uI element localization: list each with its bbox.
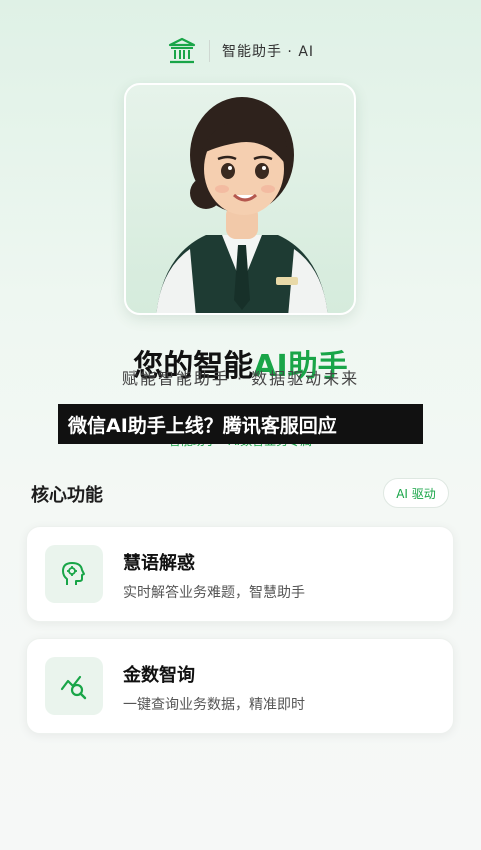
feature-title: 慧语解惑 [123, 553, 195, 574]
assistant-avatar [124, 83, 356, 315]
feature-card-data-query[interactable]: 金数智询 一键查询业务数据，精准即时 [26, 638, 454, 734]
app-header: 智能助手 · AI [0, 34, 481, 68]
feature-title: 金数智询 [123, 665, 195, 686]
header-title: 智能助手 · AI [221, 44, 315, 60]
header-divider [208, 40, 210, 62]
news-banner: 微信AI助手上线？腾讯客服回应 [58, 404, 423, 444]
feature-card-qa[interactable]: 慧语解惑 实时解答业务难题，智慧助手 [26, 526, 454, 622]
head-gear-icon [45, 545, 103, 603]
bank-building-icon [168, 37, 196, 64]
chart-search-icon [45, 657, 103, 715]
feature-description: 实时解答业务难题，智慧助手 [123, 585, 305, 601]
news-banner-text: 微信AI助手上线？腾讯客服回应 [68, 414, 337, 437]
section-title: 核心功能 [31, 485, 103, 506]
assistant-avatar-illustration [156, 97, 328, 313]
feature-description: 一键查询业务数据，精准即时 [123, 697, 305, 713]
hero-subtitle: 赋能智能助手 · 数据驱动未来 [121, 369, 360, 388]
ai-driven-badge[interactable]: AI 驱动 [383, 478, 449, 508]
